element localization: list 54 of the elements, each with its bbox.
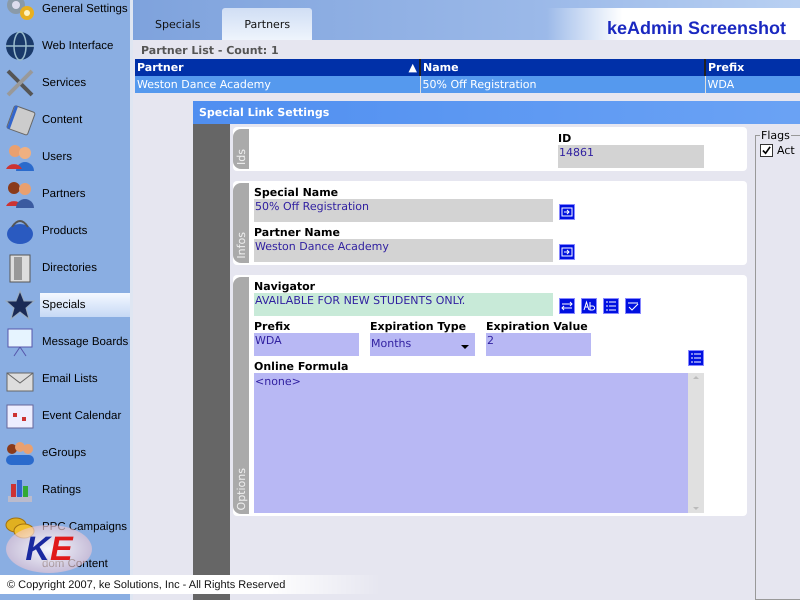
dialog-title: Special Link Settings	[193, 101, 800, 124]
sidebar-item[interactable]: Email Lists	[42, 366, 130, 390]
sidebar-item[interactable]: Web Interface	[42, 34, 130, 58]
sidebar-item[interactable]: General Settings	[42, 0, 130, 20]
link-button[interactable]	[559, 204, 575, 220]
column-header[interactable]: Name	[420, 59, 705, 76]
field-label: ID	[558, 132, 572, 145]
list-button[interactable]	[603, 298, 619, 314]
sidebar-item[interactable]: Services	[42, 70, 130, 94]
text-format-button[interactable]	[581, 298, 597, 314]
checkbox-label: Act	[777, 144, 795, 157]
tab[interactable]: Specials	[133, 8, 222, 40]
field-label: Expiration Type	[370, 320, 468, 333]
sidebar-item[interactable]: eGroups	[42, 440, 130, 464]
text-area[interactable]: <none>	[254, 373, 704, 513]
sidebar-item[interactable]: Event Calendar	[42, 404, 130, 428]
field-label: Partner Name	[254, 226, 341, 239]
input-field[interactable]: 2	[486, 333, 591, 356]
sidebar-item[interactable]: Partners	[42, 182, 130, 206]
dropdown[interactable]: Months	[370, 333, 475, 356]
sort-indicator: ▲	[408, 61, 417, 74]
table-cell: WDA	[705, 76, 800, 93]
tab[interactable]: Partners	[222, 8, 312, 40]
sidebar-item[interactable]: Message Boards	[42, 330, 130, 354]
star-icon[interactable]	[4, 288, 36, 320]
sidebar-item[interactable]: Specials	[40, 292, 130, 316]
sidebar-item[interactable]: Users	[42, 144, 130, 168]
field-label: Navigator	[254, 280, 316, 293]
text-field[interactable]: AVAILABLE FOR NEW STUDENTS ONLY.	[254, 293, 553, 316]
text-field[interactable]: 50% Off Registration	[254, 199, 553, 222]
field-label: Prefix	[254, 320, 292, 333]
link-button[interactable]	[559, 244, 575, 260]
list-button[interactable]	[688, 350, 704, 366]
globe-icon[interactable]	[4, 30, 36, 62]
sidebar-item[interactable]: Ratings	[42, 478, 130, 502]
id-field: 14861	[558, 145, 704, 168]
text-field[interactable]: Weston Dance Academy	[254, 239, 553, 262]
field-label: Online Formula	[254, 360, 348, 373]
field-label: Special Name	[254, 186, 340, 199]
sidebar-item[interactable]: Products	[42, 218, 130, 242]
sidebar-item[interactable]: Content	[42, 108, 130, 132]
swap-button[interactable]	[559, 298, 575, 314]
spellcheck-button[interactable]	[625, 298, 641, 314]
group-legend: Flags	[760, 129, 791, 142]
checkbox[interactable]	[760, 144, 773, 157]
input-field[interactable]: WDA	[254, 333, 359, 356]
list-caption: Partner List - Count: 1	[140, 43, 280, 59]
column-header[interactable]: Partner ▲	[135, 59, 420, 76]
app-title: keAdmin Screenshot	[606, 18, 786, 38]
sidebar-item[interactable]: Directories	[42, 256, 130, 280]
table-cell: Weston Dance Academy	[135, 76, 420, 93]
table-cell: 50% Off Registration	[420, 76, 705, 93]
field-label: Expiration Value	[486, 320, 589, 333]
column-header[interactable]: Prefix	[705, 59, 800, 76]
